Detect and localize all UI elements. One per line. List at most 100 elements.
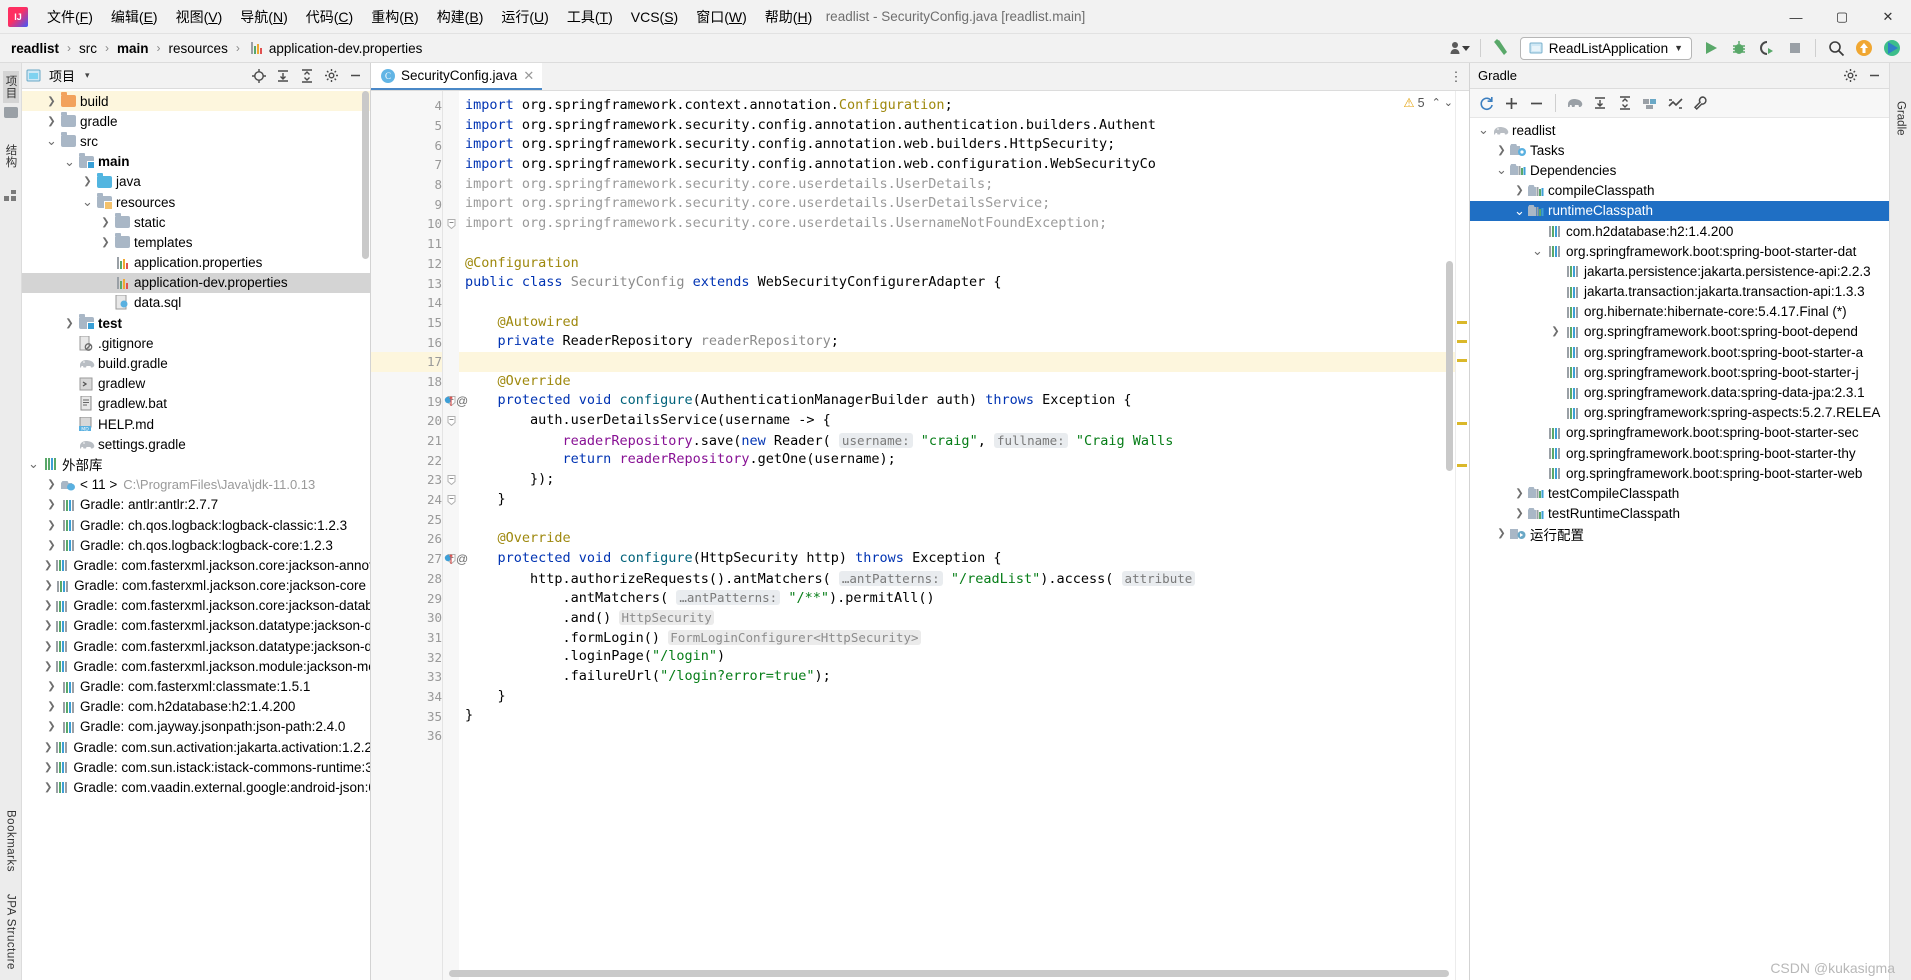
project-tree-row[interactable]: application-dev.properties bbox=[22, 272, 370, 293]
gutter-line[interactable]: 33 bbox=[371, 667, 442, 687]
code-line[interactable]: import org.springframework.security.core… bbox=[459, 214, 1469, 234]
gutter-line[interactable]: 26 bbox=[371, 529, 442, 549]
gradle-tree-row[interactable]: ❯ testCompileClasspath bbox=[1470, 483, 1889, 503]
gradle-tree-row[interactable]: ❯ 运行配置 bbox=[1470, 524, 1889, 544]
project-tree-row[interactable]: ❯ Gradle: com.jayway.jsonpath:json-path:2… bbox=[22, 717, 370, 737]
code-line[interactable]: .formLogin() FormLoginConfigurer<HttpSec… bbox=[459, 628, 1469, 648]
breadcrumb[interactable]: readlist › src › main › resources › application-… bbox=[8, 39, 425, 57]
chevron-right-icon[interactable]: ❯ bbox=[44, 479, 59, 490]
chevron-right-icon[interactable]: ❯ bbox=[1512, 185, 1527, 196]
gutter-line[interactable]: 34 bbox=[371, 687, 442, 707]
project-tree-row[interactable]: ⌄ main bbox=[22, 152, 370, 172]
debug-icon[interactable] bbox=[1726, 37, 1752, 59]
gutter-line[interactable]: 7 bbox=[371, 155, 442, 175]
chevron-right-icon[interactable]: ❯ bbox=[44, 499, 59, 510]
hide-panel-icon[interactable] bbox=[1863, 66, 1885, 86]
gutter-line[interactable]: 31 bbox=[371, 628, 442, 648]
code-line[interactable]: } bbox=[459, 687, 1469, 707]
chevron-right-icon[interactable]: ❯ bbox=[44, 701, 59, 712]
gradle-tree-row[interactable]: org.springframework.data:spring-data-jpa… bbox=[1470, 382, 1889, 402]
project-tree-row[interactable]: ❯ Gradle: com.sun.activation:jakarta.acti… bbox=[22, 737, 370, 757]
gradle-tree[interactable]: ⌄ readlist ❯ Tasks ⌄ Dependencies ❯ compileClas… bbox=[1470, 118, 1889, 980]
project-tree-row[interactable]: ❯ < 11 > C:\ProgramFiles\Java\jdk-11.0.13 bbox=[22, 475, 370, 495]
editor-tab-securityconfig[interactable]: C SecurityConfig.java ✕ bbox=[371, 63, 543, 90]
gradle-tree-row[interactable]: jakarta.transaction:jakarta.transaction-… bbox=[1470, 282, 1889, 302]
gradle-elephant-icon[interactable] bbox=[1564, 93, 1586, 113]
hide-panel-icon[interactable] bbox=[344, 66, 366, 86]
chevron-right-icon[interactable]: ❯ bbox=[44, 782, 52, 793]
project-tree-row[interactable]: data.sql bbox=[22, 293, 370, 313]
minimize-button[interactable]: — bbox=[1773, 0, 1819, 34]
code-line[interactable]: }); bbox=[459, 470, 1469, 490]
expand-all-icon[interactable] bbox=[272, 66, 294, 86]
chevron-down-icon[interactable]: ⌄ bbox=[1512, 203, 1527, 219]
gutter-line[interactable]: 6 bbox=[371, 135, 442, 155]
run-method-icon[interactable] bbox=[444, 553, 454, 565]
project-tree-row[interactable]: gradlew bbox=[22, 374, 370, 394]
code-line[interactable]: protected void configure(AuthenticationM… bbox=[459, 391, 1469, 411]
project-tree-row[interactable]: ❯ Gradle: com.fasterxml.jackson.datatype:… bbox=[22, 636, 370, 656]
gutter-line[interactable]: 5 bbox=[371, 116, 442, 136]
project-tree-scrollbar[interactable] bbox=[362, 91, 369, 259]
remove-icon[interactable] bbox=[1525, 93, 1547, 113]
project-tree-row[interactable]: ❯ gradle bbox=[22, 111, 370, 131]
chevron-right-icon[interactable]: ❯ bbox=[1512, 488, 1527, 499]
project-tree-row[interactable]: settings.gradle bbox=[22, 434, 370, 454]
project-tree-row[interactable]: ❯ test bbox=[22, 313, 370, 333]
chevron-down-icon[interactable]: ⌄ bbox=[1476, 122, 1491, 138]
breadcrumb-item-application-dev-properties[interactable]: application-dev.properties bbox=[245, 39, 426, 57]
gradle-tree-row[interactable]: ❯ testRuntimeClasspath bbox=[1470, 504, 1889, 524]
gutter-line[interactable]: 27 @ bbox=[371, 549, 468, 569]
chevron-right-icon[interactable]: ❯ bbox=[44, 721, 59, 732]
run-coverage-icon[interactable] bbox=[1754, 37, 1780, 59]
gradle-tree-row[interactable]: ❯ org.springframework.boot:spring-boot-de… bbox=[1470, 322, 1889, 342]
menu-bar[interactable]: 文件(F) 编辑(E) 视图(V) 导航(N) 代码(C) 重构(R) 构建(B) 运行(U)… bbox=[38, 3, 821, 31]
gutter-line[interactable]: 16 bbox=[371, 332, 442, 352]
code-line[interactable]: .and() HttpSecurity bbox=[459, 608, 1469, 628]
project-tree-row[interactable]: ❯ Gradle: ch.qos.logback:logback-classic:… bbox=[22, 515, 370, 535]
code-line[interactable] bbox=[459, 726, 1469, 746]
code-line[interactable]: import org.springframework.security.core… bbox=[459, 194, 1469, 214]
fold-marker[interactable] bbox=[443, 411, 459, 431]
gutter-line[interactable]: 28 bbox=[371, 569, 442, 589]
chevron-right-icon[interactable]: ❯ bbox=[1512, 508, 1527, 519]
gutter-line[interactable]: 13 bbox=[371, 273, 442, 293]
code-line[interactable] bbox=[459, 234, 1469, 254]
project-tree[interactable]: ❯ build ❯ gradle ⌄ src ⌄ main ❯ java ⌄ resources ❯ st… bbox=[22, 89, 370, 980]
code-line[interactable]: } bbox=[459, 490, 1469, 510]
gradle-tree-row[interactable]: org.springframework.boot:spring-boot-sta… bbox=[1470, 463, 1889, 483]
next-icon[interactable] bbox=[1879, 37, 1905, 59]
chevron-right-icon[interactable]: ❯ bbox=[62, 318, 77, 329]
gutter-line[interactable]: 18 bbox=[371, 372, 442, 392]
project-tree-row[interactable]: ❯ Gradle: antlr:antlr:2.7.7 bbox=[22, 495, 370, 515]
chevron-right-icon[interactable]: ❯ bbox=[44, 580, 53, 591]
code-line[interactable]: @Autowired bbox=[459, 313, 1469, 333]
chevron-right-icon[interactable]: ❯ bbox=[44, 762, 52, 773]
gutter-line[interactable]: 24 bbox=[371, 490, 442, 510]
run-icon[interactable] bbox=[1698, 37, 1724, 59]
gutter-line[interactable]: 14 bbox=[371, 293, 442, 313]
project-tree-row[interactable]: ❯ Gradle: com.h2database:h2:1.4.200 bbox=[22, 697, 370, 717]
chevron-right-icon[interactable]: ❯ bbox=[44, 620, 52, 631]
project-tree-row[interactable]: build.gradle bbox=[22, 353, 370, 373]
chevron-right-icon[interactable]: ❯ bbox=[1494, 145, 1509, 156]
code-line[interactable]: @Override bbox=[459, 529, 1469, 549]
chevron-right-icon[interactable]: ❯ bbox=[44, 600, 52, 611]
menu-item-11[interactable]: 帮助(H) bbox=[756, 3, 821, 31]
menu-item-7[interactable]: 运行(U) bbox=[492, 3, 557, 31]
project-tree-row[interactable]: ❯ Gradle: com.fasterxml.jackson.core:jack… bbox=[22, 576, 370, 596]
gutter-line[interactable]: 23 bbox=[371, 470, 442, 490]
gradle-tree-row[interactable]: ⌄ runtimeClasspath bbox=[1470, 200, 1889, 221]
gradle-tree-row[interactable]: ⌄ Dependencies bbox=[1470, 160, 1889, 180]
gutter-line[interactable]: 8 bbox=[371, 175, 442, 195]
settings-icon[interactable] bbox=[1839, 66, 1861, 86]
tool-window-project[interactable]: 项目 bbox=[2, 71, 19, 103]
breadcrumb-item-src[interactable]: src bbox=[76, 40, 100, 57]
fold-marker[interactable] bbox=[443, 490, 459, 510]
gutter-line[interactable]: 32 bbox=[371, 647, 442, 667]
tool-window-gradle[interactable]: Gradle bbox=[1895, 101, 1907, 136]
chevron-right-icon[interactable]: ❯ bbox=[44, 116, 59, 127]
close-icon[interactable]: ✕ bbox=[523, 68, 534, 84]
fold-marker[interactable] bbox=[443, 214, 459, 234]
chevron-down-icon[interactable]: ⌄ bbox=[1530, 243, 1545, 259]
